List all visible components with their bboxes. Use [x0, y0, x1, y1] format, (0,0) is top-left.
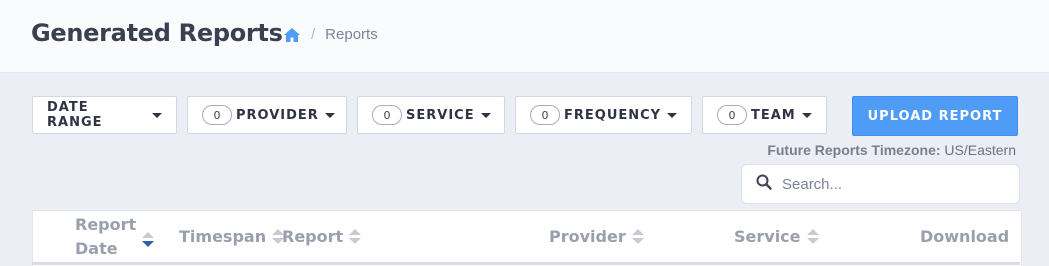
caret-down-icon — [324, 112, 335, 118]
column-download: Download — [920, 227, 1009, 246]
filter-label: PROVIDER — [236, 107, 319, 123]
caret-down-icon — [801, 112, 812, 118]
filter-label: DATE RANGE — [47, 100, 103, 130]
filter-count-badge: 0 — [202, 105, 232, 125]
caret-down-icon — [152, 112, 162, 118]
filter-label: SERVICE — [406, 107, 475, 123]
search-input[interactable] — [780, 174, 1004, 194]
frequency-filter-button[interactable]: 0 FREQUENCY — [515, 96, 692, 134]
search-icon — [756, 174, 772, 195]
caret-down-icon — [667, 112, 678, 118]
page-title: Generated Reports — [31, 19, 283, 47]
service-filter-button[interactable]: 0 SERVICE — [357, 96, 505, 134]
column-timespan[interactable]: Timespan — [179, 227, 285, 246]
breadcrumb: / Reports — [283, 26, 378, 43]
upload-report-button[interactable]: UPLOAD REPORT — [852, 96, 1018, 136]
provider-filter-button[interactable]: 0 PROVIDER — [187, 96, 347, 134]
filter-label: TEAM — [751, 107, 796, 123]
date-range-filter-button[interactable]: DATE RANGE — [32, 96, 177, 134]
filter-count-badge: 0 — [372, 105, 402, 125]
filter-count-badge: 0 — [530, 105, 560, 125]
column-report-date[interactable]: Report Date — [75, 213, 155, 261]
filter-label: FREQUENCY — [564, 107, 662, 123]
sort-icon[interactable] — [349, 229, 362, 244]
column-label: Report — [75, 215, 137, 234]
breadcrumb-current: Reports — [325, 26, 378, 43]
column-label: Timespan — [179, 227, 267, 246]
column-service[interactable]: Service — [734, 227, 819, 246]
team-filter-button[interactable]: 0 TEAM — [702, 96, 827, 134]
sort-icon[interactable] — [806, 229, 819, 244]
search-box[interactable] — [741, 164, 1020, 204]
sort-descending-icon[interactable] — [142, 231, 155, 247]
column-provider[interactable]: Provider — [549, 227, 644, 246]
column-label: Provider — [549, 227, 626, 246]
timezone-value: US/Eastern — [944, 142, 1016, 158]
column-label: Date — [75, 239, 118, 258]
column-report[interactable]: Report — [282, 227, 362, 246]
breadcrumb-separator: / — [311, 26, 316, 43]
timezone-label: Future Reports Timezone: — [767, 142, 941, 158]
column-label: Download — [920, 227, 1010, 246]
caret-down-icon — [480, 112, 491, 118]
timezone-info: Future Reports Timezone: US/Eastern — [767, 142, 1016, 158]
sort-icon[interactable] — [631, 229, 644, 244]
home-icon[interactable] — [283, 27, 301, 43]
table-header: Report Date Timespan Report Provider Ser… — [32, 210, 1022, 266]
filter-count-badge: 0 — [717, 105, 747, 125]
page-header: Generated Reports / Reports — [0, 0, 1049, 73]
column-label: Service — [734, 227, 801, 246]
column-label: Report — [282, 227, 344, 246]
